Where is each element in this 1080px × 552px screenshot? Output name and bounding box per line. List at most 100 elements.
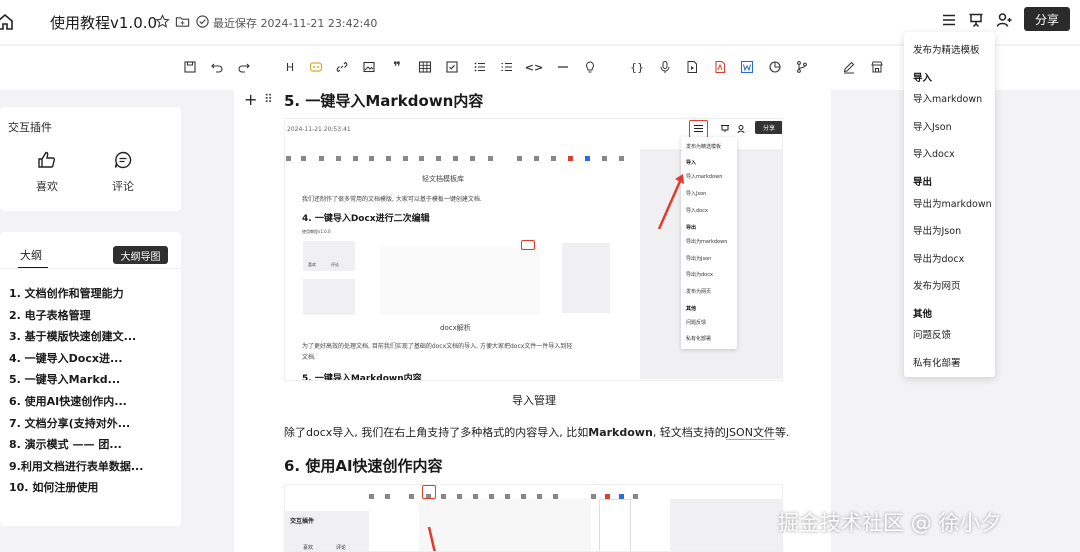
red-arrow-icon: [657, 174, 684, 230]
embedded2-right-panel: [670, 499, 782, 551]
word-icon[interactable]: [740, 60, 754, 74]
embedded-docx-caption: docx解析: [440, 324, 471, 332]
outline-item[interactable]: 1. 文档创作和管理能力: [9, 287, 177, 309]
embedded-menu-item: 发布为精选模板: [686, 144, 722, 150]
embedded-menu-item: 导入markdown: [686, 174, 723, 180]
menu-export-markdown[interactable]: 导出为markdown: [913, 196, 992, 210]
drag-handle-icon[interactable]: ⠿: [264, 92, 273, 106]
embedded-mini-comment: 评论: [331, 262, 339, 267]
microphone-icon[interactable]: [658, 60, 672, 74]
menu-private-deploy[interactable]: 私有化部署: [913, 355, 961, 369]
menu-section-other: 其他: [913, 309, 933, 320]
embedded-highlight-small: [521, 240, 535, 250]
code-icon[interactable]: <>: [525, 60, 543, 74]
like-button[interactable]: 喜欢: [27, 150, 67, 194]
ai-assist-icon[interactable]: [309, 60, 323, 74]
menu-import-markdown[interactable]: 导入markdown: [913, 91, 982, 105]
menu-publish-web[interactable]: 发布为网页: [913, 278, 961, 292]
menu-import-docx[interactable]: 导入docx: [913, 146, 955, 160]
folder-icon[interactable]: [175, 14, 190, 29]
braces-icon[interactable]: {}: [630, 60, 644, 74]
image-icon[interactable]: [362, 60, 376, 74]
outline-item[interactable]: 7. 文档分享(支持对外...: [9, 417, 177, 439]
embedded-menu-item: 导出为docx: [686, 272, 713, 278]
comment-button[interactable]: 评论: [103, 150, 143, 194]
comment-label: 评论: [112, 180, 134, 193]
embedded2-like: 喜欢: [303, 545, 314, 551]
star-icon[interactable]: [155, 14, 170, 29]
add-block-icon[interactable]: +: [244, 90, 257, 109]
add-user-icon[interactable]: [995, 11, 1013, 29]
embedded-mini-title: 使用教程v1.0.0: [302, 229, 331, 234]
outline-item[interactable]: 3. 基于模版快速创建文...: [9, 330, 177, 352]
para-text: , 轻文档支持的: [652, 426, 726, 439]
embedded-menu-item: 导入Json: [686, 191, 707, 197]
menu-export-json[interactable]: 导出为Json: [913, 223, 961, 237]
pen-icon[interactable]: [842, 60, 856, 74]
outline-item[interactable]: 6. 使用AI快速创作内...: [9, 395, 177, 417]
link-icon[interactable]: [335, 60, 349, 74]
table-icon[interactable]: [418, 60, 432, 74]
menu-export-docx[interactable]: 导出为docx: [913, 251, 964, 265]
embedded-mini-outline-panel: [303, 279, 355, 315]
bulb-icon[interactable]: [583, 60, 597, 74]
embedded-docx-desc: 为了更好高效的处理文档, 目前我们实现了基础的docx文档的导入, 方便大家把d…: [302, 343, 573, 350]
embedded-heading-4: 4. 一键导入Docx进行二次编辑: [302, 214, 430, 224]
watermark: 掘金技术社区 @ 徐小夕: [778, 511, 1002, 535]
chart-pie-icon[interactable]: [768, 60, 782, 74]
embedded2-red-arrow-icon: [427, 526, 436, 551]
embedded-mini-side: [562, 243, 610, 313]
outline-item[interactable]: 4. 一键导入Docx进...: [9, 352, 177, 374]
ordered-list-icon[interactable]: [500, 60, 514, 74]
tab-outline[interactable]: 大纲: [20, 247, 42, 263]
menu-import-json[interactable]: 导入Json: [913, 119, 952, 133]
home-icon[interactable]: [0, 13, 14, 31]
embedded-template-desc: 我们还制作了很多常用的文档模版, 大家可以基于模板一键创建文档.: [302, 196, 482, 203]
menu-icon[interactable]: [940, 11, 958, 29]
embedded-menu-item: 发布为网页: [686, 289, 712, 295]
embedded-menu-item: 导出为Json: [686, 256, 712, 262]
embedded-heading-5: 5. 一键导入Markdown内容: [302, 374, 422, 381]
embedded-menu-section: 导入: [686, 160, 697, 166]
menu-feedback[interactable]: 问题反馈: [913, 327, 951, 341]
embedded-screenshot-import: 2024-11-21 20:53:41 分享 轻文档模板库 我们还制作了很多常用…: [284, 118, 783, 381]
bullet-list-icon[interactable]: [473, 60, 487, 74]
heading-icon[interactable]: H: [283, 60, 297, 74]
embedded-menu-item: 私有化部署: [686, 336, 712, 342]
embedded-menu-item: 导入docx: [686, 208, 708, 214]
branch-icon[interactable]: [795, 60, 809, 74]
pdf-icon[interactable]: [713, 60, 727, 74]
checkbox-icon[interactable]: [445, 60, 459, 74]
save-icon[interactable]: [183, 60, 197, 74]
outline-item[interactable]: 10. 如何注册使用: [9, 481, 177, 503]
embedded2-comment: 评论: [336, 545, 347, 551]
outline-mindmap-button[interactable]: 大纲导图: [113, 246, 168, 264]
share-button[interactable]: 分享: [1024, 7, 1070, 31]
undo-icon[interactable]: [210, 60, 224, 74]
import-paragraph: 除了docx导入, 我们在右上角支持了多种格式的内容导入, 比如Markdown…: [284, 424, 789, 440]
plugins-title: 交互插件: [8, 121, 52, 134]
para-text: 除了docx导入, 我们在右上角支持了多种格式的内容导入, 比如: [284, 426, 589, 439]
embedded-menu-icon: [694, 124, 703, 133]
redo-icon[interactable]: [237, 60, 251, 74]
outline-item[interactable]: 5. 一键导入Markd...: [9, 373, 177, 395]
shop-icon[interactable]: [870, 60, 884, 74]
heading-5: 5. 一键导入Markdown内容: [284, 92, 484, 110]
embedded2-plugin-panel: 交互插件 喜欢 评论: [285, 511, 369, 551]
outline-item[interactable]: 8. 演示模式 —— 团...: [9, 438, 177, 460]
embedded2-toolbar: [285, 487, 782, 499]
json-link[interactable]: JSON文件: [725, 426, 775, 440]
quote-icon[interactable]: ❞: [390, 60, 404, 75]
document-title[interactable]: 使用教程v1.0.0: [50, 12, 157, 33]
image-caption: 导入管理: [512, 394, 556, 407]
divider-icon[interactable]: [556, 60, 570, 74]
embedded-screenshot-ai: 交互插件 喜欢 评论: [284, 484, 783, 552]
menu-publish-template[interactable]: 发布为精选模板: [913, 42, 980, 56]
file-play-icon[interactable]: [685, 60, 699, 74]
para-text: 等.: [774, 426, 790, 439]
comment-icon: [114, 151, 132, 169]
outline-item[interactable]: 9.利用文档进行表单数据...: [9, 460, 177, 482]
embedded-mini-like: 喜欢: [308, 262, 316, 267]
outline-item[interactable]: 2. 电子表格管理: [9, 309, 177, 331]
presentation-icon[interactable]: [967, 11, 985, 29]
